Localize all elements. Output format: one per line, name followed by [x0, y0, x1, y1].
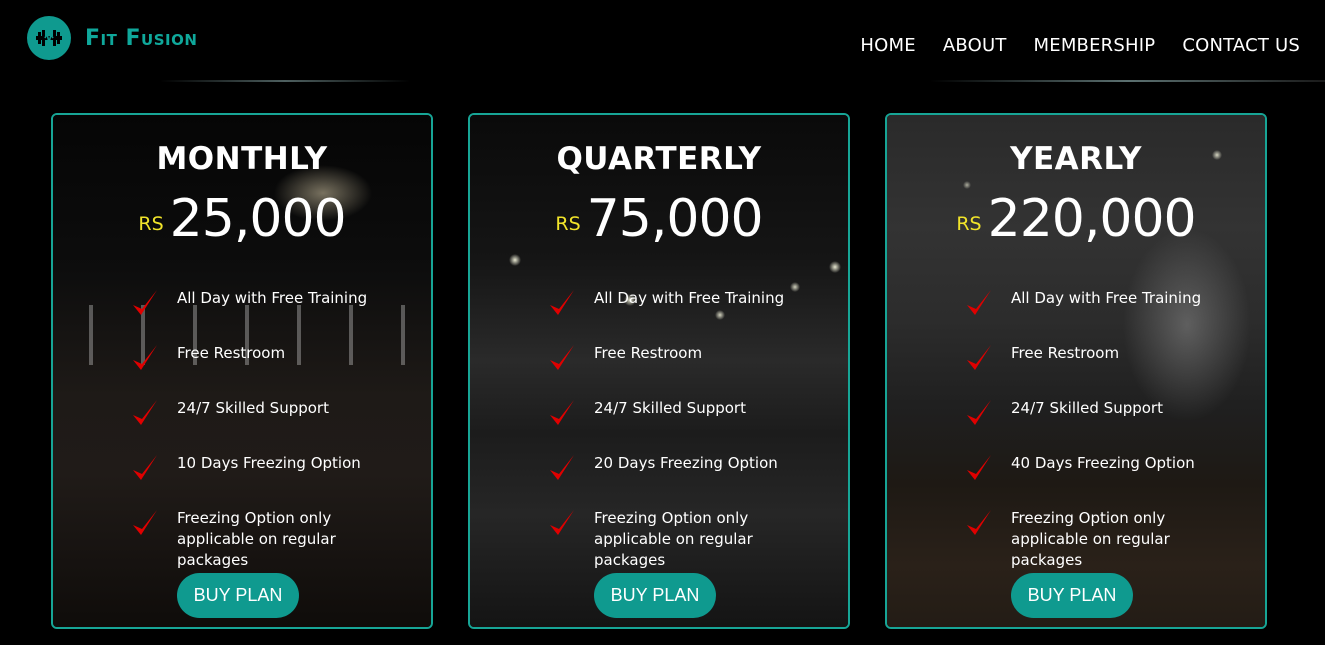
plan-price: RS 75,000: [470, 189, 848, 249]
price-amount: 220,000: [987, 189, 1197, 249]
feature-item: 40 Days Freezing Option: [965, 453, 1245, 508]
feature-text: All Day with Free Training: [594, 289, 785, 307]
plan-card-quarterly: QUARTERLY RS 75,000 All Day with Free Tra…: [468, 113, 850, 629]
check-icon: [965, 343, 993, 373]
plan-title: QUARTERLY: [556, 141, 762, 177]
price-amount: 25,000: [169, 189, 347, 249]
brand-logo[interactable]: Fit Fusion: [27, 16, 197, 60]
check-icon: [965, 398, 993, 428]
plan-card-yearly: YEARLY RS 220,000 All Day with Free Train…: [885, 113, 1267, 629]
feature-list: All Day with Free Training Free Restroom…: [548, 288, 828, 569]
feature-text: 10 Days Freezing Option: [177, 454, 361, 472]
check-icon: [548, 453, 576, 483]
plan-title: YEARLY: [1010, 141, 1142, 177]
plan-card-monthly: MONTHLY RS 25,000 All Day with Free Train…: [51, 113, 433, 629]
check-icon: [548, 398, 576, 428]
buy-plan-button[interactable]: BUY PLAN: [177, 573, 299, 618]
feature-text: 24/7 Skilled Support: [177, 399, 329, 417]
check-icon: [131, 453, 159, 483]
plan-title: MONTHLY: [156, 141, 328, 177]
feature-item: 24/7 Skilled Support: [131, 398, 411, 453]
price-currency: RS: [555, 213, 581, 235]
dumbbell-icon: [27, 16, 71, 60]
plan-price: RS 25,000: [53, 189, 431, 249]
feature-item: Free Restroom: [965, 343, 1245, 398]
feature-text: 24/7 Skilled Support: [594, 399, 746, 417]
feature-item: Freezing Option only applicable on regul…: [548, 508, 828, 569]
feature-item: Free Restroom: [131, 343, 411, 398]
nav-home[interactable]: HOME: [860, 35, 915, 56]
header-divider-right: [930, 80, 1325, 82]
feature-text: 20 Days Freezing Option: [594, 454, 778, 472]
feature-item: All Day with Free Training: [131, 288, 411, 343]
plan-price: RS 220,000: [887, 189, 1265, 249]
site-header: Fit Fusion HOME ABOUT MEMBERSHIP CONTACT…: [0, 0, 1325, 82]
feature-item: 10 Days Freezing Option: [131, 453, 411, 508]
buy-plan-button[interactable]: BUY PLAN: [594, 573, 716, 618]
feature-item: All Day with Free Training: [965, 288, 1245, 343]
feature-text: 24/7 Skilled Support: [1011, 399, 1163, 417]
check-icon: [548, 508, 576, 538]
brand-name-second: Fusion: [125, 25, 198, 51]
feature-item: 24/7 Skilled Support: [548, 398, 828, 453]
brand-name-first: Fit: [85, 25, 118, 51]
price-currency: RS: [138, 213, 164, 235]
feature-item: 20 Days Freezing Option: [548, 453, 828, 508]
feature-text: Freezing Option only applicable on regul…: [177, 509, 336, 569]
plan-card-content: MONTHLY RS 25,000 All Day with Free Train…: [53, 115, 431, 627]
feature-item: All Day with Free Training: [548, 288, 828, 343]
feature-list: All Day with Free Training Free Restroom…: [965, 288, 1245, 569]
check-icon: [131, 343, 159, 373]
feature-text: All Day with Free Training: [177, 289, 368, 307]
price-amount: 75,000: [586, 189, 764, 249]
feature-item: Freezing Option only applicable on regul…: [965, 508, 1245, 569]
nav-membership[interactable]: MEMBERSHIP: [1034, 35, 1156, 56]
feature-item: Freezing Option only applicable on regul…: [131, 508, 411, 569]
feature-text: Freezing Option only applicable on regul…: [594, 509, 753, 569]
check-icon: [965, 508, 993, 538]
price-currency: RS: [956, 213, 982, 235]
check-icon: [965, 453, 993, 483]
feature-list: All Day with Free Training Free Restroom…: [131, 288, 411, 569]
brand-name: Fit Fusion: [85, 26, 197, 51]
check-icon: [548, 288, 576, 318]
nav-about[interactable]: ABOUT: [943, 35, 1007, 56]
main-nav: HOME ABOUT MEMBERSHIP CONTACT US: [860, 35, 1300, 56]
feature-item: Free Restroom: [548, 343, 828, 398]
buy-plan-button[interactable]: BUY PLAN: [1011, 573, 1133, 618]
feature-text: Free Restroom: [177, 344, 286, 362]
nav-contact-us[interactable]: CONTACT US: [1182, 35, 1300, 56]
feature-item: 24/7 Skilled Support: [965, 398, 1245, 453]
plan-card-content: QUARTERLY RS 75,000 All Day with Free Tra…: [470, 115, 848, 627]
feature-text: All Day with Free Training: [1011, 289, 1202, 307]
feature-text: Free Restroom: [594, 344, 703, 362]
feature-text: 40 Days Freezing Option: [1011, 454, 1195, 472]
plan-card-content: YEARLY RS 220,000 All Day with Free Train…: [887, 115, 1265, 627]
check-icon: [131, 288, 159, 318]
check-icon: [131, 398, 159, 428]
feature-text: Free Restroom: [1011, 344, 1120, 362]
feature-text: Freezing Option only applicable on regul…: [1011, 509, 1170, 569]
header-divider-left: [160, 80, 410, 82]
check-icon: [131, 508, 159, 538]
check-icon: [548, 343, 576, 373]
check-icon: [965, 288, 993, 318]
